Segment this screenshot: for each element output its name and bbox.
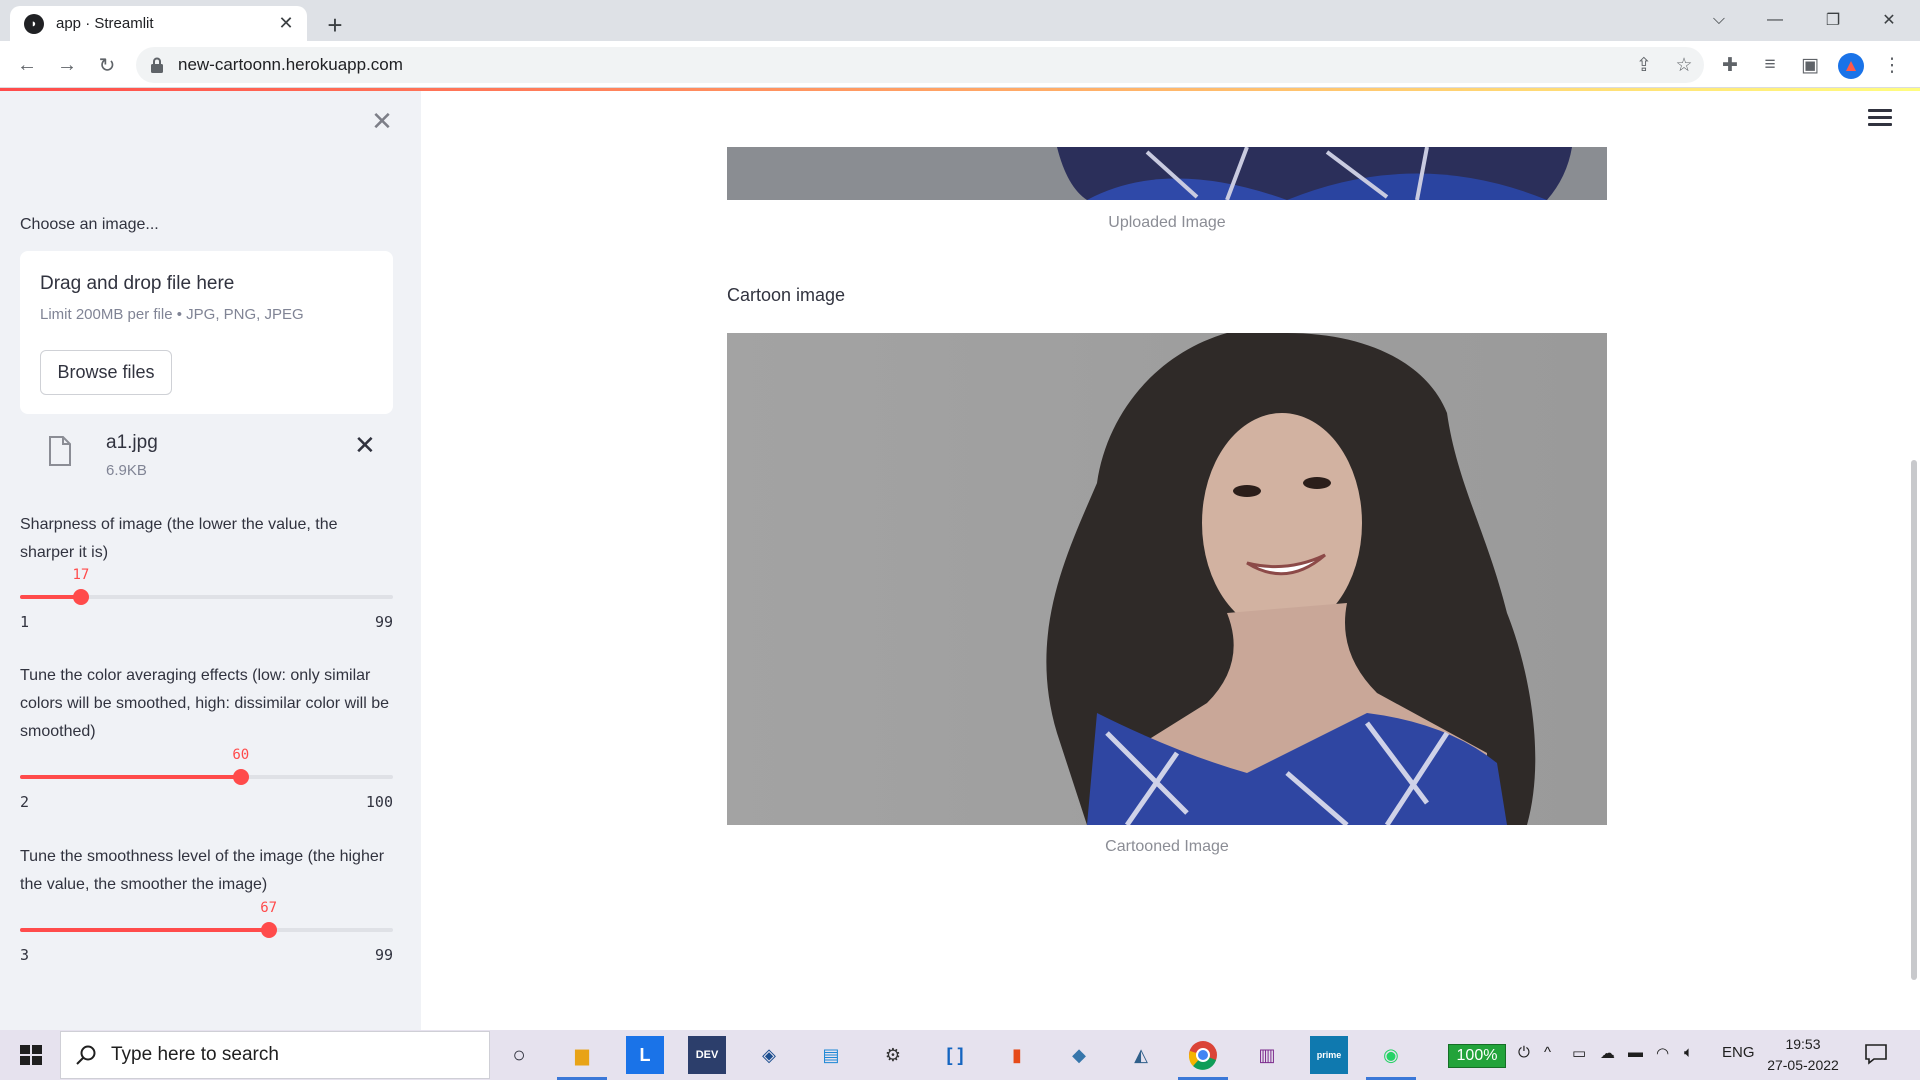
browse-files-button[interactable]: Browse files (40, 350, 172, 395)
file-size: 6.9KB (106, 462, 147, 479)
search-placeholder: Type here to search (111, 1044, 279, 1065)
hamburger-menu-icon[interactable] (1868, 109, 1892, 129)
battery-percentage-badge[interactable]: 100% (1448, 1044, 1506, 1068)
tab-title: app · Streamlit (56, 15, 154, 32)
dev-app-icon[interactable]: DEV (688, 1036, 726, 1074)
file-explorer-icon[interactable]: ▆ (557, 1036, 607, 1080)
slider-min: 3 (20, 946, 30, 964)
taskbar-clock[interactable]: 19:53 27-05-2022 (1766, 1034, 1840, 1076)
slider-thumb[interactable] (260, 922, 277, 938)
url-text: new-cartoonn.herokuapp.com (178, 55, 403, 74)
cartoon-image-caption: Cartooned Image (1105, 838, 1229, 855)
address-bar[interactable]: new-cartoonn.herokuapp.com ⇪ ☆ (136, 47, 1704, 83)
smoothness-label: Tune the smoothness level of the image (… (20, 848, 385, 893)
profile-avatar[interactable] (1838, 53, 1864, 79)
browser-toolbar: ← → ↻ new-cartoonn.herokuapp.com ⇪ ☆ ✚ ≡… (0, 41, 1920, 88)
onedrive-cloud-icon[interactable]: ☁ (1600, 1044, 1615, 1062)
extensions-puzzle-icon[interactable]: ✚ (1712, 48, 1748, 82)
uploaded-file-row: a1.jpg 6.9KB ✕ (20, 426, 393, 488)
bracket-app-icon[interactable]: [ ] (936, 1036, 974, 1074)
power-plug-icon: ⏻ (1518, 1044, 1530, 1061)
volume-icon[interactable]: 🔈︎ (1684, 1044, 1693, 1061)
remote-desktop-icon[interactable]: ▤ (812, 1036, 850, 1074)
color-averaging-label: Tune the color averaging effects (low: o… (20, 667, 390, 740)
whatsapp-icon[interactable]: ◉ (1366, 1036, 1416, 1080)
page-scrollbar[interactable] (1911, 460, 1917, 980)
main-content: Uploaded Image Cartoon image Cartooned I… (421, 91, 1920, 1030)
cortana-circle-icon[interactable]: ○ (500, 1036, 538, 1074)
new-tab-button[interactable]: + (318, 8, 352, 42)
show-hidden-icons-chevron-icon[interactable]: ^ (1544, 1044, 1551, 1061)
media-queue-icon[interactable]: ≡ (1752, 48, 1788, 82)
dropzone-title: Drag and drop file here (40, 273, 235, 294)
slider-fill (20, 595, 81, 599)
settings-gear-icon[interactable]: ⚙ (874, 1036, 912, 1074)
forward-arrow-icon[interactable]: → (50, 48, 84, 82)
browser-menu-kebab-icon[interactable]: ⋮ (1874, 48, 1910, 82)
slider-max: 99 (374, 946, 393, 964)
windows-start-icon[interactable] (10, 1040, 52, 1070)
share-icon[interactable]: ⇪ (1624, 47, 1664, 83)
notification-center-icon[interactable] (1864, 1043, 1888, 1065)
windows-taskbar: Type here to search ○ ▆ L DEV ◈ ▤ ⚙ [ ] … (0, 1030, 1920, 1080)
slider-max: 100 (365, 793, 393, 811)
dropzone-limit: Limit 200MB per file • JPG, PNG, JPEG (40, 306, 304, 323)
slider-value: 67 (260, 900, 278, 916)
sharpness-label: Sharpness of image (the lower the value,… (20, 516, 338, 561)
file-name: a1.jpg (106, 432, 158, 453)
slider-thumb[interactable] (232, 769, 249, 785)
clock-date: 27-05-2022 (1767, 1057, 1839, 1073)
slider-fill (20, 775, 241, 779)
sidebar: ✕ Choose an image... Drag and drop file … (0, 91, 421, 1030)
tab-search-chevron-icon[interactable]: ⌵ (1696, 4, 1742, 36)
chrome-icon[interactable] (1178, 1036, 1228, 1080)
cartoon-image (727, 333, 1607, 825)
back-arrow-icon[interactable]: ← (10, 48, 44, 82)
slider-thumb[interactable] (72, 589, 89, 605)
sharpness-slider[interactable]: 17 1 99 (20, 567, 393, 635)
uploaded-image (727, 147, 1607, 200)
slider-max: 99 (374, 613, 393, 631)
mysql-icon[interactable]: ◭ (1122, 1036, 1160, 1074)
python-icon[interactable]: ◆ (1060, 1036, 1098, 1074)
app-l-icon[interactable]: L (626, 1036, 664, 1074)
tab-close-icon[interactable]: ✕ (275, 13, 297, 34)
remove-file-icon[interactable]: ✕ (354, 430, 376, 461)
bookmark-star-icon[interactable]: ☆ (1664, 47, 1704, 83)
smoothness-slider[interactable]: 67 3 99 (20, 900, 393, 968)
prime-video-icon[interactable]: prime (1310, 1036, 1348, 1074)
battery-icon[interactable]: ▬ (1628, 1044, 1643, 1061)
browser-tab-bar: ◗ app · Streamlit ✕ + ⌵ — ❐ ✕ (0, 0, 1920, 41)
close-window-button[interactable]: ✕ (1866, 4, 1912, 36)
slider-min: 1 (20, 613, 30, 631)
slider-value: 17 (72, 567, 90, 583)
slider-min: 2 (20, 793, 30, 811)
uploader-label: Choose an image... (20, 216, 159, 233)
file-dropzone[interactable]: Drag and drop file here Limit 200MB per … (20, 251, 393, 414)
search-icon (76, 1045, 96, 1065)
restore-button[interactable]: ❐ (1810, 4, 1856, 36)
minimize-button[interactable]: — (1752, 4, 1798, 36)
lock-icon (151, 57, 163, 73)
streamlit-favicon-icon: ◗ (24, 13, 44, 34)
meet-now-icon[interactable]: ▭ (1572, 1044, 1586, 1062)
side-panel-icon[interactable]: ▣ (1792, 48, 1828, 82)
slider-value: 60 (232, 747, 250, 763)
language-indicator[interactable]: ENG (1722, 1044, 1755, 1061)
sidebar-close-icon[interactable]: ✕ (368, 106, 396, 136)
uploaded-image-caption: Uploaded Image (1108, 214, 1226, 231)
clock-time: 19:53 (1785, 1036, 1821, 1052)
virtualbox-icon[interactable]: ◈ (750, 1036, 788, 1074)
wifi-icon[interactable]: ◠ (1656, 1044, 1669, 1062)
office-icon[interactable]: ▮ (998, 1036, 1036, 1074)
color-averaging-slider[interactable]: 60 2 100 (20, 747, 393, 815)
taskbar-search-box[interactable]: Type here to search (60, 1031, 490, 1079)
browser-tab[interactable]: ◗ app · Streamlit ✕ (10, 6, 307, 41)
file-icon (49, 436, 71, 466)
cartoon-image-heading: Cartoon image (727, 285, 846, 305)
reload-icon[interactable]: ↻ (90, 48, 124, 82)
slider-fill (20, 928, 269, 932)
winrar-icon[interactable]: ▥ (1248, 1036, 1286, 1074)
